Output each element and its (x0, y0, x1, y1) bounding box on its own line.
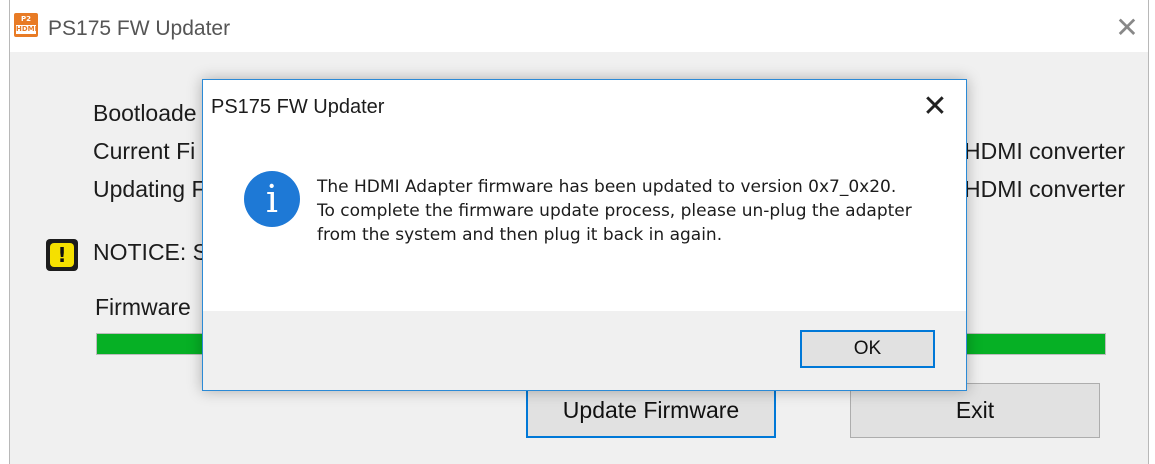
info-icon: i (244, 171, 300, 227)
updating-firmware-label: Updating F (93, 176, 206, 202)
notice-text: NOTICE: S (93, 239, 209, 265)
app-icon-text-bottom: HDMI (16, 25, 38, 34)
update-firmware-button[interactable]: Update Firmware (526, 383, 776, 438)
current-firmware-value: HDMI converter (964, 138, 1126, 164)
current-firmware-label: Current Fi (93, 138, 196, 164)
firmware-progress-label: Firmware (95, 294, 191, 320)
updating-firmware-value: HDMI converter (964, 176, 1126, 202)
main-window-title: PS175 FW Updater (48, 17, 231, 40)
exit-button[interactable]: Exit (850, 383, 1100, 438)
dialog-title: PS175 FW Updater (211, 96, 385, 118)
app-icon: P2 HDMI (14, 13, 38, 37)
dialog-footer: OK (203, 311, 966, 390)
dialog-message: The HDMI Adapter firmware has been updat… (317, 177, 912, 245)
main-title-bar[interactable]: P2 HDMI PS175 FW Updater ✕ (10, 0, 1148, 52)
bootloader-label: Bootloade (93, 100, 197, 126)
warning-icon: ! (46, 239, 78, 271)
message-dialog: PS175 FW Updater ✕ i The HDMI Adapter fi… (202, 79, 967, 391)
ok-button[interactable]: OK (800, 330, 935, 368)
dialog-close-icon[interactable]: ✕ (915, 90, 955, 124)
main-close-icon[interactable]: ✕ (1112, 13, 1142, 43)
app-icon-text-top: P2 (20, 15, 31, 23)
